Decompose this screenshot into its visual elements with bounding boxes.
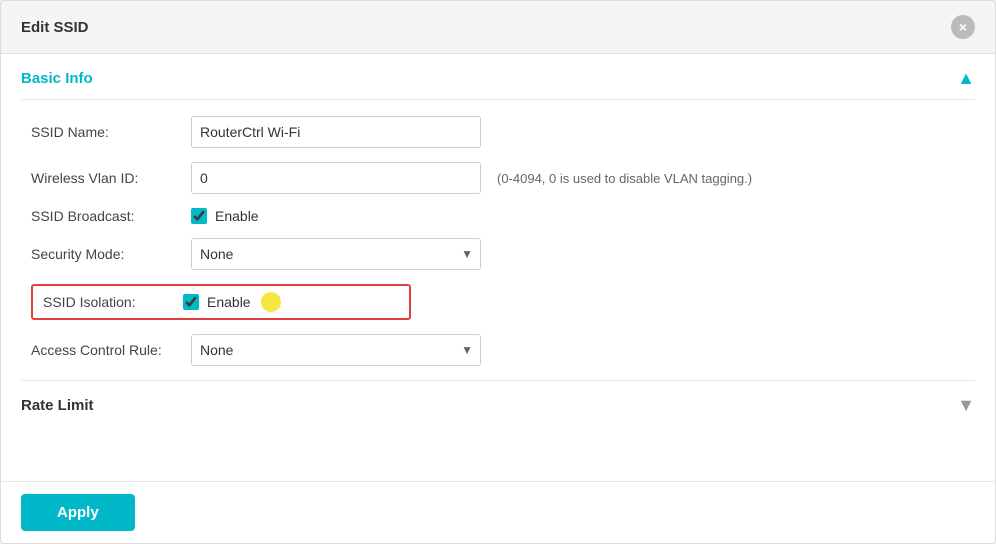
dialog-title: Edit SSID xyxy=(21,19,89,36)
ssid-name-row: SSID Name: xyxy=(21,116,975,148)
vlan-id-input[interactable] xyxy=(191,162,481,194)
rate-limit-title: Rate Limit xyxy=(21,397,94,414)
dialog-footer: Apply xyxy=(1,481,995,543)
ssid-broadcast-label: SSID Broadcast: xyxy=(31,208,191,224)
rate-limit-section: Rate Limit ▼ xyxy=(21,380,975,426)
ssid-isolation-checkbox-label: Enable xyxy=(207,294,251,310)
edit-ssid-dialog: Edit SSID × Basic Info ▲ SSID Name: Wire… xyxy=(0,0,996,544)
rate-limit-toggle-icon[interactable]: ▼ xyxy=(957,395,975,416)
vlan-id-row: Wireless Vlan ID: (0-4094, 0 is used to … xyxy=(21,162,975,194)
vlan-id-label: Wireless Vlan ID: xyxy=(31,170,191,186)
vlan-id-hint: (0-4094, 0 is used to disable VLAN taggi… xyxy=(497,171,752,186)
rate-limit-header: Rate Limit ▼ xyxy=(21,381,975,426)
ssid-name-label: SSID Name: xyxy=(31,124,191,140)
ssid-broadcast-checkbox-label: Enable xyxy=(215,208,259,224)
access-control-row: Access Control Rule: None Allow Deny ▼ xyxy=(21,334,975,366)
ssid-name-input[interactable] xyxy=(191,116,481,148)
dialog-body: Basic Info ▲ SSID Name: Wireless Vlan ID… xyxy=(1,54,995,481)
apply-button[interactable]: Apply xyxy=(21,494,135,531)
ssid-broadcast-checkbox[interactable] xyxy=(191,208,207,224)
ssid-isolation-label: SSID Isolation: xyxy=(43,294,183,310)
basic-info-toggle-icon[interactable]: ▲ xyxy=(957,68,975,89)
ssid-isolation-checkbox[interactable] xyxy=(183,294,199,310)
close-button[interactable]: × xyxy=(951,15,975,39)
basic-info-title: Basic Info xyxy=(21,70,93,87)
ssid-isolation-checkbox-group: Enable xyxy=(183,294,251,310)
cursor-indicator xyxy=(261,292,281,312)
access-control-select-wrapper: None Allow Deny ▼ xyxy=(191,334,481,366)
security-mode-label: Security Mode: xyxy=(31,246,191,262)
dialog-header: Edit SSID × xyxy=(1,1,995,54)
ssid-isolation-container: SSID Isolation: Enable xyxy=(21,284,975,320)
basic-info-section-header: Basic Info ▲ xyxy=(21,54,975,100)
security-mode-row: Security Mode: None WPA2 WPA3 ▼ xyxy=(21,238,975,270)
security-mode-select[interactable]: None WPA2 WPA3 xyxy=(191,238,481,270)
access-control-label: Access Control Rule: xyxy=(31,342,191,358)
ssid-isolation-row: SSID Isolation: Enable xyxy=(31,284,411,320)
ssid-broadcast-checkbox-group: Enable xyxy=(191,208,259,224)
ssid-broadcast-row: SSID Broadcast: Enable xyxy=(21,208,975,224)
security-mode-select-wrapper: None WPA2 WPA3 ▼ xyxy=(191,238,481,270)
access-control-select[interactable]: None Allow Deny xyxy=(191,334,481,366)
